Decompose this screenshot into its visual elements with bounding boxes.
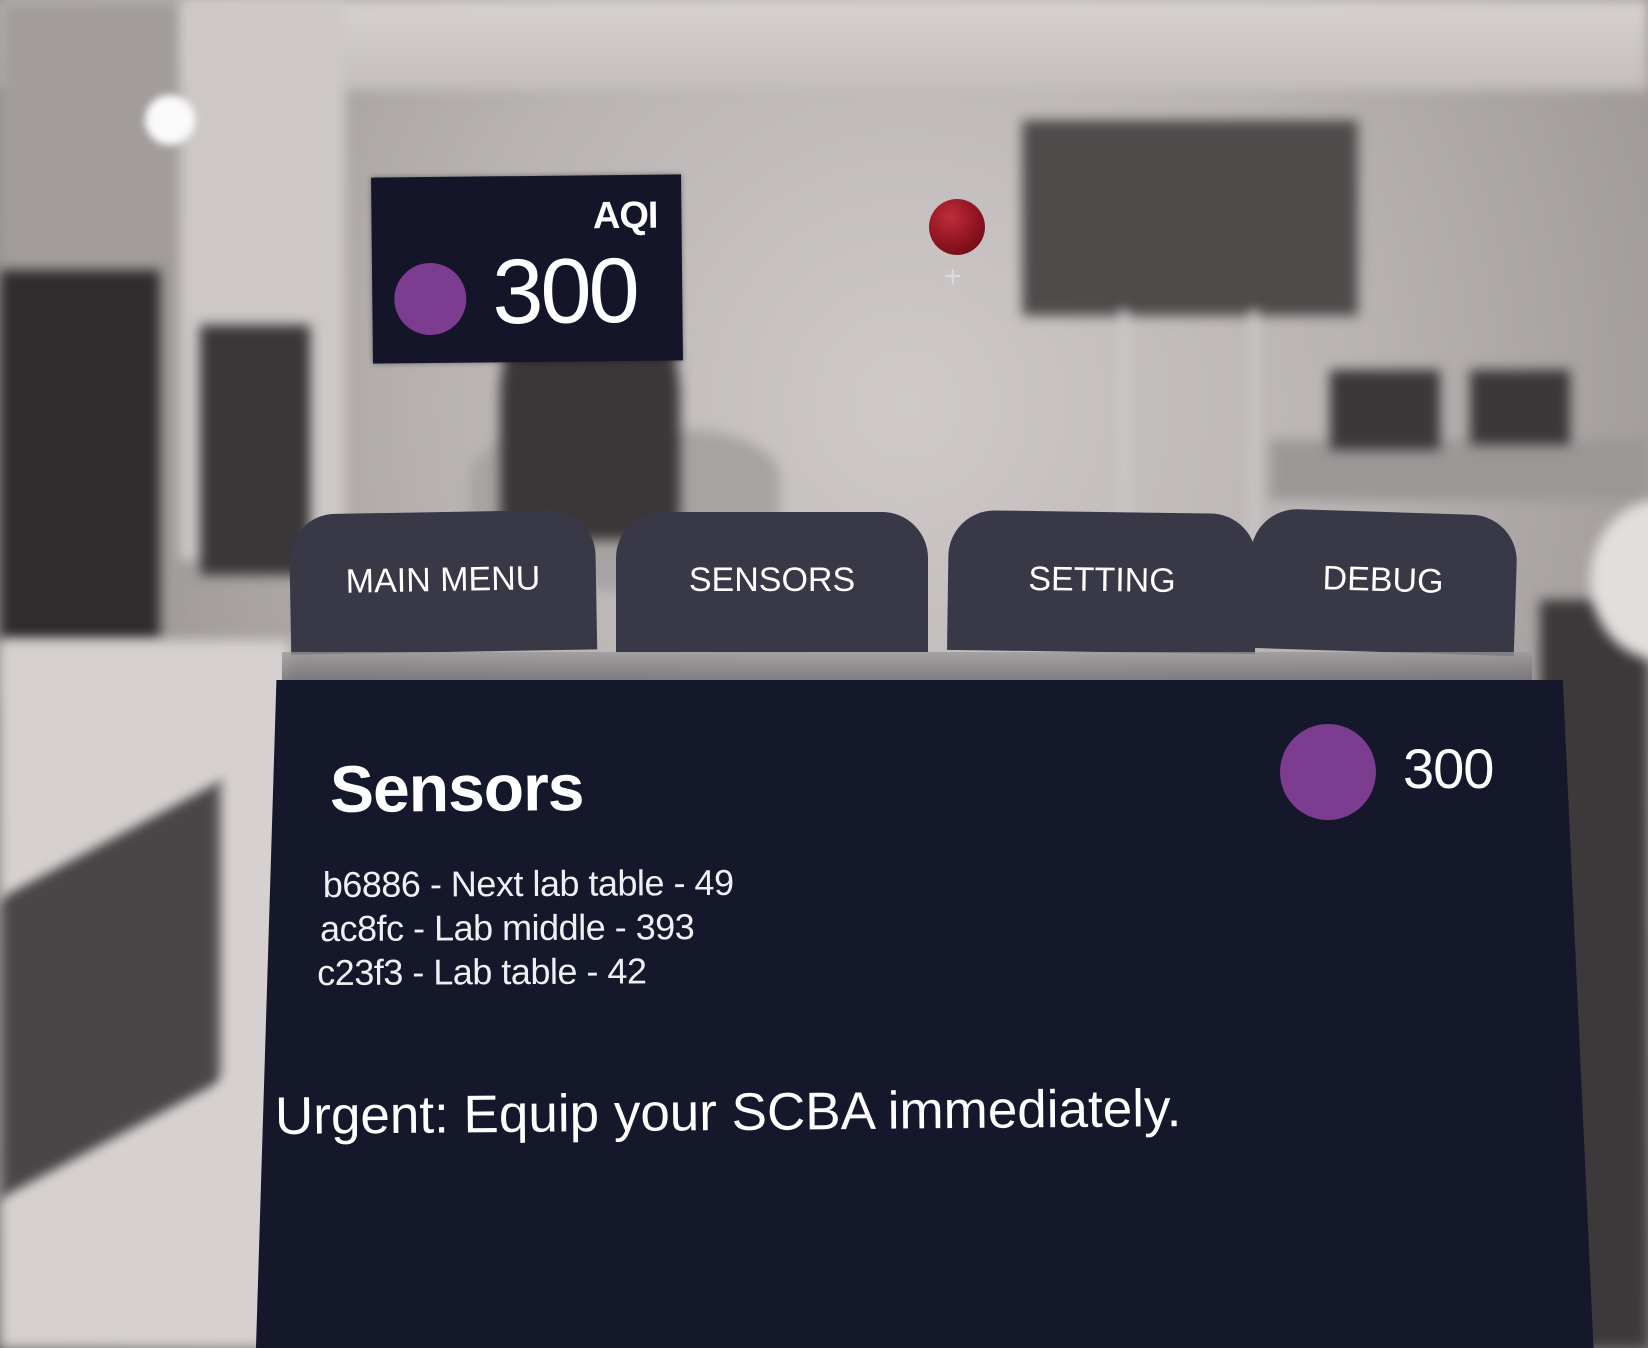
bg-monitor xyxy=(1470,370,1570,445)
aqi-status-dot-icon xyxy=(393,262,467,336)
bg-ceiling-light xyxy=(145,95,195,145)
aqi-value: 300 xyxy=(491,239,638,344)
tab-debug[interactable]: DEBUG xyxy=(1247,507,1519,657)
sensor-item: c23f3 - Lab table - 42 xyxy=(317,950,647,994)
bg-wall-screen xyxy=(1022,120,1358,316)
sensor-item: b6886 - Next lab table - 49 xyxy=(322,861,734,906)
tab-bar-divider xyxy=(282,652,1532,680)
crosshair-icon: + xyxy=(944,260,962,293)
aqi-status-dot-icon xyxy=(1280,724,1376,820)
bg-desk xyxy=(1270,440,1648,500)
tab-setting[interactable]: SETTING xyxy=(947,509,1257,655)
sensor-item: ac8fc - Lab middle - 393 xyxy=(319,906,695,950)
bg-monitor xyxy=(0,270,160,640)
ar-passthrough-view: AQI 300 + MAIN MENU SENSORS SETTING DEBU… xyxy=(0,0,1648,1348)
panel-aqi-value: 300 xyxy=(1403,737,1494,800)
bg-monitor xyxy=(1330,370,1440,450)
sensor-list: b6886 - Next lab table - 49 ac8fc - Lab … xyxy=(317,861,734,995)
tab-sensors[interactable]: SENSORS xyxy=(616,512,928,652)
alert-message: Urgent: Equip your SCBA immediately. xyxy=(274,1079,1182,1146)
gaze-sphere-icon xyxy=(929,199,985,255)
bg-monitor xyxy=(200,325,310,575)
panel-title: Sensors xyxy=(329,750,584,826)
aqi-label: AQI xyxy=(592,194,658,238)
bg-screen-stand xyxy=(1250,310,1258,550)
aqi-badge: AQI 300 xyxy=(371,174,683,364)
tab-main-menu[interactable]: MAIN MENU xyxy=(288,509,598,655)
